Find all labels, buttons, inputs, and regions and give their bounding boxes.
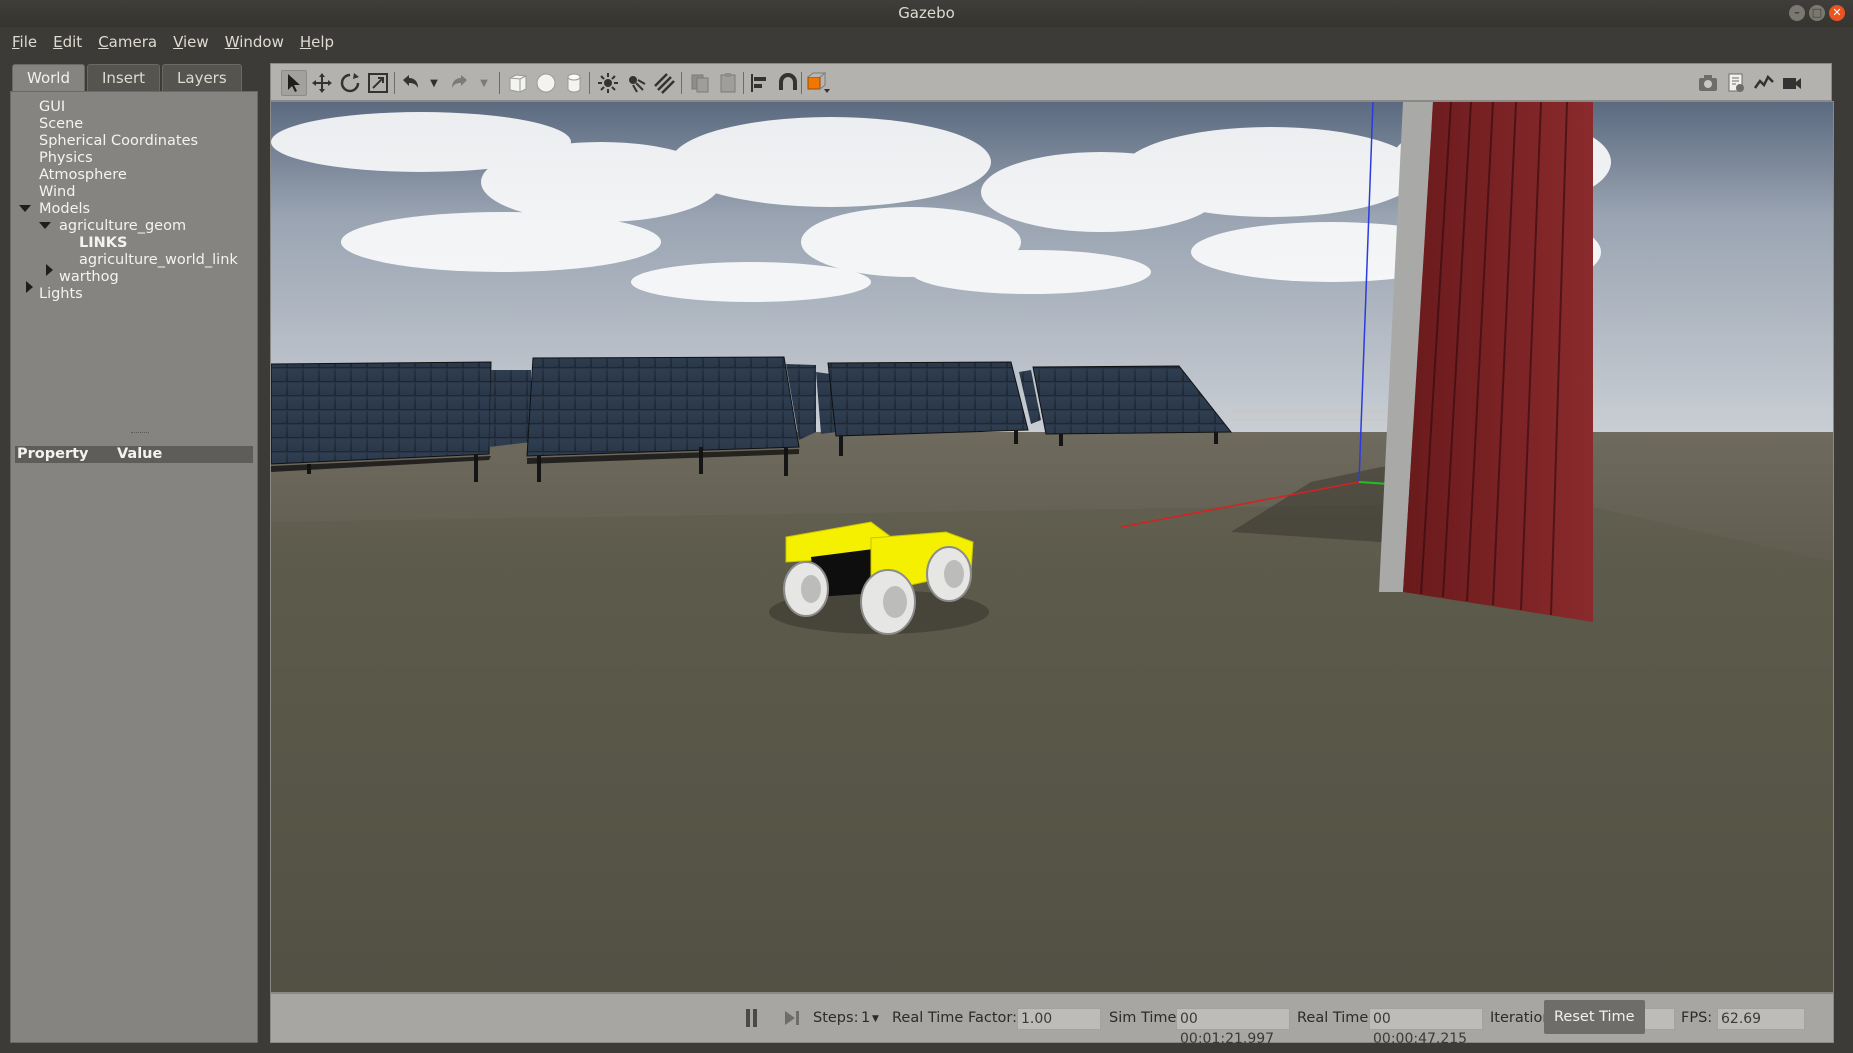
tree-item-warthog[interactable]: warthog — [59, 269, 119, 286]
rtf-label: Real Time Factor: — [892, 1010, 1017, 1026]
screenshot-icon[interactable] — [1695, 70, 1721, 96]
tree-header-links: LINKS — [79, 235, 128, 251]
world-tree: GUI Scene Spherical Coordinates Physics … — [10, 91, 258, 1043]
scale-icon[interactable] — [365, 70, 391, 96]
tree-item-models[interactable]: Models — [39, 201, 90, 218]
steps-value[interactable]: 1 — [861, 1010, 870, 1026]
rotate-icon[interactable] — [337, 70, 363, 96]
redo-dropdown-icon[interactable]: ▼ — [471, 70, 497, 96]
plot-icon[interactable] — [1751, 70, 1777, 96]
tree-item-world-link[interactable]: agriculture_world_link — [79, 252, 238, 269]
tree-item-spherical-coordinates[interactable]: Spherical Coordinates — [39, 133, 198, 150]
tab-world[interactable]: World — [12, 64, 85, 91]
property-table-header: Property Value — [15, 446, 253, 463]
tree-item-physics[interactable]: Physics — [39, 150, 93, 167]
point-light-icon[interactable] — [595, 70, 621, 96]
rtf-field[interactable]: 1.00 — [1017, 1008, 1101, 1030]
tree-item-gui[interactable]: GUI — [39, 99, 65, 116]
spot-light-icon[interactable] — [623, 70, 649, 96]
expand-warthog-icon[interactable] — [46, 264, 53, 276]
panel-splitter[interactable] — [131, 432, 149, 435]
tree-item-lights[interactable]: Lights — [39, 286, 83, 303]
pause-icon[interactable] — [745, 1009, 759, 1027]
fps-label: FPS: — [1681, 1010, 1713, 1026]
steps-dropdown-icon[interactable]: ▼ — [872, 1014, 879, 1024]
left-panel: World Insert Layers GUI Scene Spherical … — [0, 57, 268, 1053]
scene-render[interactable] — [271, 102, 1833, 992]
close-icon[interactable]: ✕ — [1829, 5, 1845, 21]
warthog-robot[interactable] — [769, 521, 989, 635]
directional-light-icon[interactable] — [651, 70, 677, 96]
menu-file[interactable]: File — [4, 27, 45, 57]
real-time-field[interactable]: 00 00:00:47.215 — [1369, 1008, 1483, 1047]
sim-time-label: Sim Time: — [1109, 1010, 1182, 1026]
select-cursor-icon[interactable] — [281, 70, 307, 96]
tree-item-scene[interactable]: Scene — [39, 116, 83, 133]
menu-window[interactable]: Window — [217, 27, 292, 57]
snap-magnet-icon[interactable] — [775, 70, 801, 96]
window-controls: – □ ✕ — [1789, 5, 1845, 21]
cylinder-shape-icon[interactable] — [561, 70, 587, 96]
expand-agriculture-icon[interactable] — [39, 222, 51, 229]
left-panel-tabs: World Insert Layers — [12, 64, 242, 91]
view-angle-icon[interactable] — [805, 70, 831, 96]
maximize-icon[interactable]: □ — [1809, 5, 1825, 21]
menu-view[interactable]: View — [165, 27, 217, 57]
column-property: Property — [17, 446, 89, 462]
redo-icon[interactable] — [447, 70, 473, 96]
expand-models-icon[interactable] — [19, 205, 31, 212]
tree-item-agriculture-geom[interactable]: agriculture_geom — [59, 218, 186, 235]
tab-insert[interactable]: Insert — [87, 64, 161, 91]
scene-viewport[interactable] — [270, 101, 1834, 993]
fps-field[interactable]: 62.69 — [1717, 1008, 1805, 1030]
copy-icon[interactable] — [687, 70, 713, 96]
undo-dropdown-icon[interactable]: ▼ — [421, 70, 447, 96]
undo-icon[interactable] — [397, 70, 423, 96]
video-record-icon[interactable] — [1779, 70, 1805, 96]
align-icon[interactable] — [747, 70, 773, 96]
paste-icon[interactable] — [715, 70, 741, 96]
translate-icon[interactable] — [309, 70, 335, 96]
step-forward-icon[interactable] — [783, 1009, 801, 1027]
tab-layers[interactable]: Layers — [162, 64, 242, 91]
steps-label: Steps: — [813, 1010, 859, 1026]
reset-time-button[interactable]: Reset Time — [1544, 1000, 1645, 1034]
menu-edit[interactable]: Edit — [45, 27, 90, 57]
tree-item-wind[interactable]: Wind — [39, 184, 75, 201]
menubar: File Edit Camera View Window Help — [0, 27, 1853, 57]
window-titlebar: Gazebo – □ ✕ — [0, 0, 1853, 27]
expand-lights-icon[interactable] — [26, 281, 33, 293]
sphere-shape-icon[interactable] — [533, 70, 559, 96]
menu-camera[interactable]: Camera — [90, 27, 165, 57]
main-toolbar: ▼ ▼ — [270, 63, 1832, 101]
menu-help[interactable]: Help — [292, 27, 342, 57]
minimize-icon[interactable]: – — [1789, 5, 1805, 21]
log-icon[interactable] — [1723, 70, 1749, 96]
box-shape-icon[interactable] — [505, 70, 531, 96]
tree-item-atmosphere[interactable]: Atmosphere — [39, 167, 127, 184]
window-title: Gazebo — [898, 4, 955, 22]
column-value: Value — [117, 446, 163, 462]
real-time-label: Real Time: — [1297, 1010, 1374, 1026]
sim-time-field[interactable]: 00 00:01:21.997 — [1176, 1008, 1290, 1047]
